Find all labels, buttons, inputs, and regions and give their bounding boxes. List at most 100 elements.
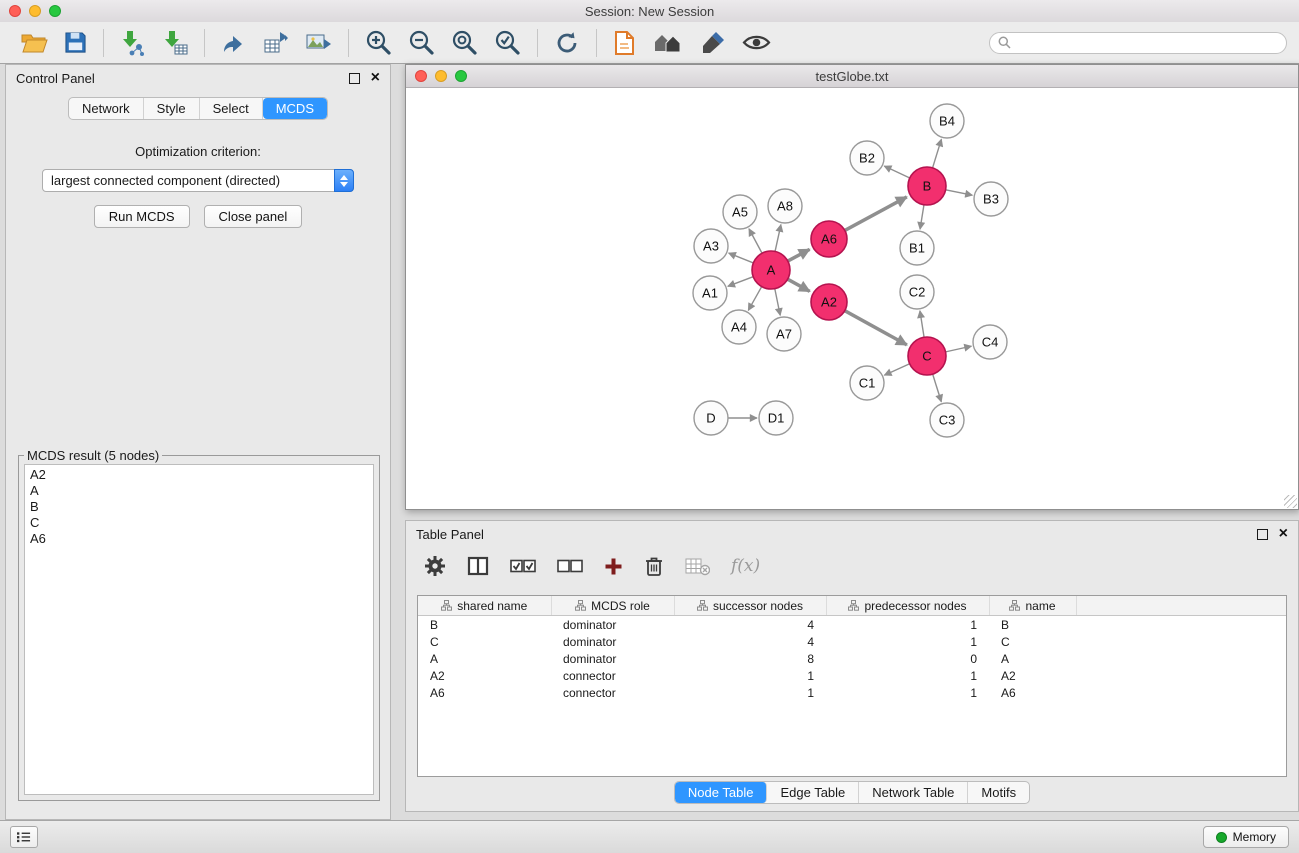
- edge-A2-C[interactable]: [845, 311, 907, 345]
- cell-predecessor-nodes[interactable]: 0: [826, 650, 989, 667]
- column-header-name[interactable]: name: [989, 596, 1076, 616]
- cell-name[interactable]: A6: [989, 684, 1076, 701]
- cell-successor-nodes[interactable]: 4: [674, 616, 826, 634]
- node-A3[interactable]: A3: [694, 229, 728, 263]
- mcds-result-item[interactable]: B: [30, 499, 368, 515]
- cell-predecessor-nodes[interactable]: 1: [826, 684, 989, 701]
- edge-A-A8[interactable]: [775, 225, 781, 252]
- node-D[interactable]: D: [694, 401, 728, 435]
- mcds-result-item[interactable]: A6: [30, 531, 368, 547]
- cell-successor-nodes[interactable]: 1: [674, 667, 826, 684]
- table-row[interactable]: Cdominator41C: [418, 633, 1286, 650]
- delete-table-button[interactable]: [685, 556, 710, 576]
- tab-select[interactable]: Select: [200, 98, 263, 119]
- edge-B-B4[interactable]: [933, 139, 942, 168]
- edge-A-A4[interactable]: [748, 287, 761, 311]
- close-table-panel-icon[interactable]: ×: [1279, 526, 1288, 542]
- edge-A-A5[interactable]: [749, 229, 762, 253]
- criterion-dropdown[interactable]: largest connected component (directed): [42, 169, 354, 192]
- column-header-shared-name[interactable]: shared name: [418, 596, 551, 616]
- zoom-fit-button[interactable]: [446, 25, 483, 61]
- cell-successor-nodes[interactable]: 1: [674, 684, 826, 701]
- tab-edge-table[interactable]: Edge Table: [767, 782, 859, 803]
- search-input[interactable]: [1016, 35, 1278, 51]
- tab-motifs[interactable]: Motifs: [968, 782, 1029, 803]
- edge-C-C1[interactable]: [884, 364, 909, 375]
- edge-A6-B[interactable]: [845, 197, 907, 230]
- refresh-button[interactable]: [549, 25, 585, 61]
- edge-A-A2[interactable]: [788, 279, 810, 291]
- cell-MCDS-role[interactable]: dominator: [551, 633, 674, 650]
- cell-shared-name[interactable]: B: [418, 616, 551, 634]
- edge-A-A6[interactable]: [788, 249, 810, 261]
- node-D1[interactable]: D1: [759, 401, 793, 435]
- cell-predecessor-nodes[interactable]: 1: [826, 616, 989, 634]
- network-zoom-button[interactable]: [455, 70, 467, 82]
- node-A8[interactable]: A8: [768, 189, 802, 223]
- node-C2[interactable]: C2: [900, 275, 934, 309]
- node-B4[interactable]: B4: [930, 104, 964, 138]
- node-B[interactable]: B: [908, 167, 946, 205]
- edge-C-C4[interactable]: [946, 346, 972, 352]
- tab-style[interactable]: Style: [144, 98, 200, 119]
- node-A1[interactable]: A1: [693, 276, 727, 310]
- zoom-out-button[interactable]: [403, 25, 440, 61]
- mcds-result-item[interactable]: A2: [30, 467, 368, 483]
- table-settings-button[interactable]: [424, 555, 446, 577]
- close-window-button[interactable]: [9, 5, 21, 17]
- resize-handle[interactable]: [1284, 495, 1297, 508]
- edge-C-C3[interactable]: [933, 374, 942, 402]
- save-session-button[interactable]: [59, 25, 92, 61]
- node-A7[interactable]: A7: [767, 317, 801, 351]
- edge-B-B1[interactable]: [920, 205, 924, 229]
- zoom-in-button[interactable]: [360, 25, 397, 61]
- node-A4[interactable]: A4: [722, 310, 756, 344]
- cell-shared-name[interactable]: C: [418, 633, 551, 650]
- first-neighbors-button[interactable]: [608, 25, 642, 61]
- cell-shared-name[interactable]: A2: [418, 667, 551, 684]
- cell-name[interactable]: A2: [989, 667, 1076, 684]
- network-canvas[interactable]: B4B2BB3A5A8A6B1A3AC2A1A2A4A7C4CC1C3DD1: [406, 88, 1298, 509]
- edge-A-A3[interactable]: [729, 253, 754, 263]
- node-C1[interactable]: C1: [850, 366, 884, 400]
- cell-name[interactable]: C: [989, 633, 1076, 650]
- node-C4[interactable]: C4: [973, 325, 1007, 359]
- search-box[interactable]: [989, 32, 1287, 54]
- tab-network[interactable]: Network: [69, 98, 144, 119]
- node-B3[interactable]: B3: [974, 182, 1008, 216]
- tab-network-table[interactable]: Network Table: [859, 782, 968, 803]
- node-B2[interactable]: B2: [850, 141, 884, 175]
- cell-MCDS-role[interactable]: connector: [551, 667, 674, 684]
- function-builder-button[interactable]: f(x): [731, 556, 760, 576]
- paint-button[interactable]: [695, 25, 731, 61]
- cell-MCDS-role[interactable]: dominator: [551, 650, 674, 667]
- cell-name[interactable]: A: [989, 650, 1076, 667]
- network-graph[interactable]: B4B2BB3A5A8A6B1A3AC2A1A2A4A7C4CC1C3DD1: [406, 88, 1298, 509]
- table-row[interactable]: A2connector11A2: [418, 667, 1286, 684]
- cell-name[interactable]: B: [989, 616, 1076, 634]
- table-row[interactable]: A6connector11A6: [418, 684, 1286, 701]
- node-A6[interactable]: A6: [811, 221, 847, 257]
- select-all-button[interactable]: [510, 559, 536, 573]
- show-columns-button[interactable]: [467, 556, 489, 576]
- node-A[interactable]: A: [752, 251, 790, 289]
- open-session-button[interactable]: [15, 25, 53, 61]
- cell-predecessor-nodes[interactable]: 1: [826, 667, 989, 684]
- table-row[interactable]: Adominator80A: [418, 650, 1286, 667]
- export-network-button[interactable]: [216, 25, 252, 61]
- edge-C-C2[interactable]: [920, 311, 924, 337]
- float-table-panel-icon[interactable]: [1257, 529, 1268, 540]
- run-mcds-button[interactable]: Run MCDS: [94, 205, 190, 228]
- memory-button[interactable]: Memory: [1203, 826, 1289, 848]
- zoom-selected-button[interactable]: [489, 25, 526, 61]
- cell-shared-name[interactable]: A: [418, 650, 551, 667]
- hide-panels-button[interactable]: [648, 25, 689, 61]
- network-minimize-button[interactable]: [435, 70, 447, 82]
- import-table-button[interactable]: [157, 25, 193, 61]
- node-C[interactable]: C: [908, 337, 946, 375]
- column-header-predecessor-nodes[interactable]: predecessor nodes: [826, 596, 989, 616]
- show-panels-button[interactable]: [10, 826, 38, 848]
- network-close-button[interactable]: [415, 70, 427, 82]
- cell-shared-name[interactable]: A6: [418, 684, 551, 701]
- edge-A-A1[interactable]: [728, 277, 753, 287]
